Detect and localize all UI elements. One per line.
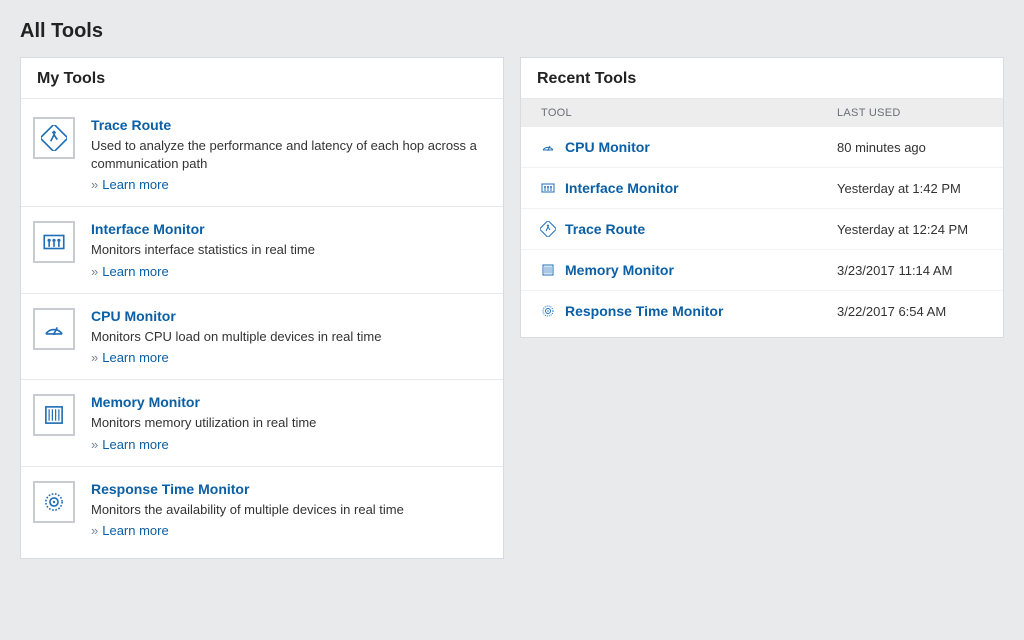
tool-title-link[interactable]: CPU Monitor bbox=[91, 308, 176, 324]
recent-tools-header: Recent Tools bbox=[521, 58, 1003, 99]
interface-monitor-icon bbox=[33, 221, 75, 263]
recent-row: Memory Monitor3/23/2017 11:14 AM bbox=[521, 250, 1003, 291]
page-title: All Tools bbox=[20, 20, 1004, 43]
recent-last-used: 3/22/2017 6:54 AM bbox=[837, 304, 987, 319]
recent-row: CPU Monitor80 minutes ago bbox=[521, 127, 1003, 168]
my-tools-header: My Tools bbox=[21, 58, 503, 99]
recent-row: Interface MonitorYesterday at 1:42 PM bbox=[521, 168, 1003, 209]
recent-tools-heading: Recent Tools bbox=[537, 70, 987, 88]
memory-monitor-icon bbox=[537, 262, 559, 278]
recent-tool-link[interactable]: Response Time Monitor bbox=[565, 303, 837, 319]
recent-last-used: 80 minutes ago bbox=[837, 140, 987, 155]
chevron-right-icon: » bbox=[91, 523, 98, 538]
response-time-icon bbox=[537, 303, 559, 319]
tool-title-link[interactable]: Trace Route bbox=[91, 117, 171, 133]
recent-last-used: Yesterday at 12:24 PM bbox=[837, 222, 987, 237]
learn-more-label: Learn more bbox=[102, 523, 168, 538]
tool-description: Monitors interface statistics in real ti… bbox=[91, 241, 491, 259]
chevron-right-icon: » bbox=[91, 350, 98, 365]
learn-more-link[interactable]: » Learn more bbox=[91, 264, 169, 279]
tool-description: Monitors CPU load on multiple devices in… bbox=[91, 328, 491, 346]
recent-tool-link[interactable]: Trace Route bbox=[565, 221, 837, 237]
tool-title-link[interactable]: Memory Monitor bbox=[91, 394, 200, 410]
my-tools-panel: My Tools Trace Route Used to analyze the … bbox=[20, 57, 504, 559]
recent-col-tool: TOOL bbox=[537, 107, 837, 119]
recent-row: Trace RouteYesterday at 12:24 PM bbox=[521, 209, 1003, 250]
learn-more-link[interactable]: » Learn more bbox=[91, 177, 169, 192]
trace-route-icon bbox=[537, 221, 559, 237]
tool-title-link[interactable]: Interface Monitor bbox=[91, 221, 205, 237]
learn-more-link[interactable]: » Learn more bbox=[91, 437, 169, 452]
tool-item: Memory Monitor Monitors memory utilizatio… bbox=[21, 380, 503, 467]
recent-tool-link[interactable]: Interface Monitor bbox=[565, 180, 837, 196]
tool-item: Trace Route Used to analyze the performan… bbox=[21, 103, 503, 207]
chevron-right-icon: » bbox=[91, 437, 98, 452]
tool-item: Response Time Monitor Monitors the availa… bbox=[21, 467, 503, 553]
tool-description: Monitors the availability of multiple de… bbox=[91, 501, 491, 519]
learn-more-label: Learn more bbox=[102, 177, 168, 192]
my-tools-heading: My Tools bbox=[37, 70, 487, 88]
learn-more-label: Learn more bbox=[102, 437, 168, 452]
chevron-right-icon: » bbox=[91, 264, 98, 279]
tool-item: CPU Monitor Monitors CPU load on multiple… bbox=[21, 294, 503, 381]
tool-description: Used to analyze the performance and late… bbox=[91, 137, 491, 172]
learn-more-label: Learn more bbox=[102, 350, 168, 365]
learn-more-link[interactable]: » Learn more bbox=[91, 523, 169, 538]
recent-last-used: Yesterday at 1:42 PM bbox=[837, 181, 987, 196]
learn-more-link[interactable]: » Learn more bbox=[91, 350, 169, 365]
cpu-monitor-icon bbox=[33, 308, 75, 350]
recent-col-last: LAST USED bbox=[837, 107, 987, 119]
recent-tools-panel: Recent Tools TOOL LAST USED CPU Monitor8… bbox=[520, 57, 1004, 338]
tool-item: Interface Monitor Monitors interface stat… bbox=[21, 207, 503, 294]
response-time-icon bbox=[33, 481, 75, 523]
cpu-monitor-icon bbox=[537, 139, 559, 155]
interface-monitor-icon bbox=[537, 180, 559, 196]
recent-tool-link[interactable]: Memory Monitor bbox=[565, 262, 837, 278]
learn-more-label: Learn more bbox=[102, 264, 168, 279]
trace-route-icon bbox=[33, 117, 75, 159]
recent-last-used: 3/23/2017 11:14 AM bbox=[837, 263, 987, 278]
recent-row: Response Time Monitor3/22/2017 6:54 AM bbox=[521, 291, 1003, 331]
recent-table-header: TOOL LAST USED bbox=[521, 99, 1003, 127]
chevron-right-icon: » bbox=[91, 177, 98, 192]
recent-tool-link[interactable]: CPU Monitor bbox=[565, 139, 837, 155]
tool-description: Monitors memory utilization in real time bbox=[91, 414, 491, 432]
memory-monitor-icon bbox=[33, 394, 75, 436]
tool-title-link[interactable]: Response Time Monitor bbox=[91, 481, 249, 497]
